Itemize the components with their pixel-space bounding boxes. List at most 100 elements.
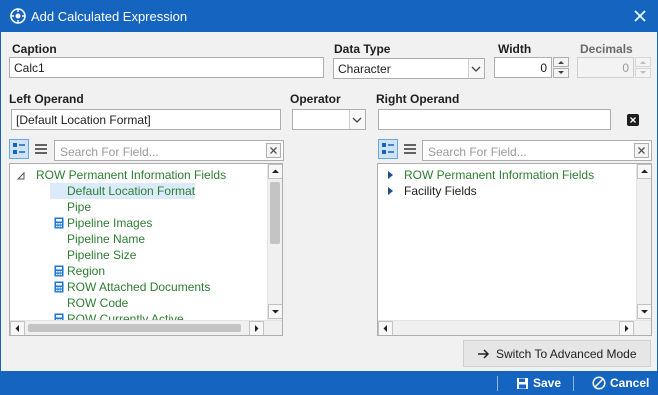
caret-left-icon xyxy=(383,325,387,332)
operator-dropdown-button[interactable] xyxy=(349,110,365,129)
width-up-button[interactable] xyxy=(553,57,569,67)
cancel-button[interactable]: Cancel xyxy=(610,376,649,390)
left-search-input[interactable]: Search For Field... xyxy=(54,140,284,161)
scroll-down-button[interactable] xyxy=(268,304,282,319)
data-type-label: Data Type xyxy=(334,42,391,56)
calculator-icon xyxy=(54,281,64,293)
tree-view-button[interactable] xyxy=(9,139,29,159)
tree-view-icon xyxy=(382,143,394,154)
footer-bar: Save Cancel xyxy=(0,371,658,395)
right-field-tree[interactable]: ROW Permanent Information Fields Facilit… xyxy=(377,163,652,336)
left-field-tree[interactable]: ROW Permanent Information Fields Default… xyxy=(9,163,283,336)
width-spinner[interactable] xyxy=(553,57,569,78)
scroll-thumb[interactable] xyxy=(28,324,241,332)
app-icon xyxy=(10,8,26,24)
list-view-button[interactable] xyxy=(400,139,420,159)
caret-up-icon xyxy=(272,169,279,173)
left-search-placeholder: Search For Field... xyxy=(60,145,159,159)
tree-node-facility-fields[interactable]: Facility Fields xyxy=(404,183,477,199)
footer-divider xyxy=(573,376,574,391)
right-operand-input[interactable] xyxy=(378,109,611,130)
left-vertical-scrollbar[interactable] xyxy=(267,164,282,320)
scroll-up-button[interactable] xyxy=(268,164,282,179)
close-icon xyxy=(630,117,636,123)
tree-node-region[interactable]: Region xyxy=(67,263,105,279)
close-icon[interactable] xyxy=(632,8,648,24)
data-type-value: Character xyxy=(338,62,391,76)
calculator-icon xyxy=(54,265,64,277)
tree-node-pipe[interactable]: Pipe xyxy=(67,199,91,215)
tree-node-pipeline-images[interactable]: Pipeline Images xyxy=(67,215,152,231)
operator-label: Operator xyxy=(290,92,341,106)
caret-down-icon xyxy=(558,71,564,74)
caret-right-icon xyxy=(625,325,629,332)
scroll-right-button[interactable] xyxy=(249,321,264,335)
save-button[interactable]: Save xyxy=(533,376,561,390)
width-input[interactable]: 0 xyxy=(494,57,552,78)
tree-root-node[interactable]: ROW Permanent Information Fields xyxy=(36,167,226,183)
tree-node-pipeline-name[interactable]: Pipeline Name xyxy=(67,231,145,247)
scroll-thumb[interactable] xyxy=(270,182,280,244)
footer-divider xyxy=(497,376,498,391)
caret-right-icon xyxy=(255,325,259,332)
close-icon xyxy=(270,147,277,154)
left-search-clear-button[interactable] xyxy=(266,143,281,158)
right-search-input[interactable]: Search For Field... xyxy=(422,140,652,161)
caret-up-icon xyxy=(641,169,648,173)
scroll-left-button[interactable] xyxy=(378,321,393,335)
tree-node-pipeline-size[interactable]: Pipeline Size xyxy=(67,247,136,263)
clear-right-operand-button[interactable] xyxy=(627,114,639,126)
decimals-input: 0 xyxy=(577,57,634,78)
caret-down-icon xyxy=(272,310,279,314)
right-search-placeholder: Search For Field... xyxy=(428,145,527,159)
scroll-down-button[interactable] xyxy=(637,304,651,319)
tree-view-icon xyxy=(13,143,25,154)
tree-node-row-permanent-information-fields[interactable]: ROW Permanent Information Fields xyxy=(404,167,594,183)
right-vertical-scrollbar[interactable] xyxy=(636,164,651,320)
tree-view-button[interactable] xyxy=(378,139,398,159)
width-down-button[interactable] xyxy=(553,68,569,78)
list-view-icon xyxy=(404,144,416,154)
tree-node-row-attached-documents[interactable]: ROW Attached Documents xyxy=(67,279,210,295)
window-title: Add Calculated Expression xyxy=(31,9,188,24)
caret-up-icon xyxy=(558,61,564,64)
close-icon xyxy=(638,147,645,154)
advanced-mode-label: Switch To Advanced Mode xyxy=(496,347,637,361)
cancel-icon[interactable] xyxy=(592,376,606,390)
scroll-right-button[interactable] xyxy=(619,321,634,335)
caption-input[interactable]: Calc1 xyxy=(9,57,324,78)
arrow-right-icon xyxy=(478,349,490,359)
data-type-select[interactable]: Character xyxy=(333,58,485,79)
caption-label: Caption xyxy=(12,42,57,56)
calculator-icon xyxy=(54,217,64,229)
save-icon[interactable] xyxy=(516,377,529,390)
tree-node-default-location-format[interactable]: Default Location Format xyxy=(50,183,195,199)
scroll-left-button[interactable] xyxy=(10,321,25,335)
decimals-spinner xyxy=(635,57,651,78)
list-view-icon xyxy=(35,144,47,154)
tree-node-row-code[interactable]: ROW Code xyxy=(67,295,128,311)
operator-select[interactable] xyxy=(292,109,366,130)
left-operand-input[interactable]: [Default Location Format] xyxy=(11,109,281,130)
list-view-button[interactable] xyxy=(31,139,51,159)
caret-down-icon xyxy=(641,310,648,314)
left-horizontal-scrollbar[interactable] xyxy=(10,320,282,335)
dialog-body: Caption Data Type Width Decimals Calc1 C… xyxy=(0,32,658,371)
caret-up-icon xyxy=(640,61,646,64)
caret-down-icon xyxy=(640,71,646,74)
data-type-dropdown-button[interactable] xyxy=(468,59,484,78)
collapsed-triangle-icon[interactable] xyxy=(387,186,395,196)
switch-to-advanced-mode-button[interactable]: Switch To Advanced Mode xyxy=(463,340,651,367)
expanded-triangle-icon[interactable] xyxy=(16,171,26,181)
right-operand-label: Right Operand xyxy=(376,92,460,106)
chevron-down-icon xyxy=(352,117,362,123)
chevron-down-icon xyxy=(471,66,481,72)
left-operand-label: Left Operand xyxy=(9,92,84,106)
right-horizontal-scrollbar[interactable] xyxy=(378,320,651,335)
decimals-label: Decimals xyxy=(580,42,633,56)
collapsed-triangle-icon[interactable] xyxy=(387,170,395,180)
title-bar: Add Calculated Expression xyxy=(0,0,658,32)
right-search-clear-button[interactable] xyxy=(634,143,649,158)
scroll-up-button[interactable] xyxy=(637,164,651,179)
caret-left-icon xyxy=(15,325,19,332)
